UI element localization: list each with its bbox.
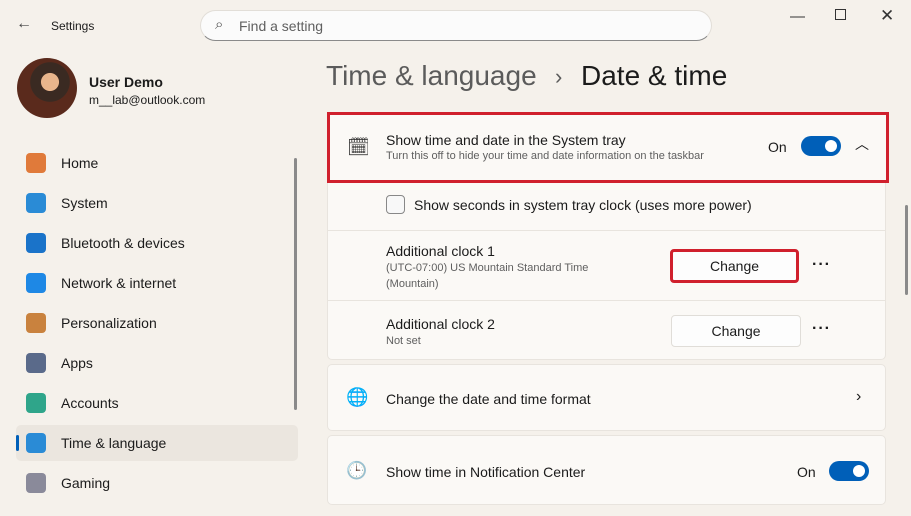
nav-icon [26, 193, 46, 213]
sidebar-item-accounts[interactable]: Accounts [16, 385, 298, 421]
sidebar-item-label: Network & internet [61, 275, 177, 291]
sidebar-item-label: System [61, 195, 108, 211]
clock1-desc-region: (Mountain) [386, 278, 439, 290]
minimize-icon[interactable]: — [790, 8, 805, 25]
nav-icon [26, 393, 46, 413]
tray-state: On [768, 139, 787, 155]
seconds-label: Show seconds in system tray clock (uses … [414, 197, 752, 213]
sidebar-item-label: Apps [61, 355, 93, 371]
sidebar-item-apps[interactable]: Apps [16, 345, 298, 381]
chevron-right-icon: › [856, 388, 862, 405]
nav-icon [26, 473, 46, 493]
search-input[interactable]: ⌕ Find a setting [200, 10, 712, 41]
sidebar-item-label: Accounts [61, 395, 119, 411]
maximize-icon[interactable] [835, 9, 846, 20]
user-email: m__lab@outlook.com [89, 93, 206, 107]
nav-icon [26, 313, 46, 333]
sidebar-item-label: Time & language [61, 435, 167, 451]
notif-title: Show time in Notification Center [386, 464, 586, 480]
avatar [17, 58, 77, 118]
sidebar-item-label: Gaming [61, 475, 111, 491]
tray-title: Show time and date in the System tray [386, 132, 626, 148]
sidebar-item-bluetooth-devices[interactable]: Bluetooth & devices [16, 225, 298, 261]
search-icon: ⌕ [215, 16, 224, 33]
tray-desc: Turn this off to hide your time and date… [386, 150, 704, 162]
sidebar-item-personalization[interactable]: Personalization [16, 305, 298, 341]
close-icon[interactable]: ✕ [880, 6, 894, 26]
globe-clock-icon: 🌐 [346, 387, 369, 407]
breadcrumb-parent[interactable]: Time & language [326, 60, 537, 92]
sidebar-item-network-internet[interactable]: Network & internet [16, 265, 298, 301]
sidebar-item-label: Personalization [61, 315, 157, 331]
clock1-title: Additional clock 1 [386, 243, 495, 259]
clock-icon: 🕒 [346, 461, 368, 480]
chevron-up-icon[interactable]: ︿ [855, 134, 869, 154]
sidebar-scrollbar[interactable] [294, 158, 297, 410]
sidebar-item-home[interactable]: Home [16, 145, 298, 181]
clock1-desc: (UTC-07:00) US Mountain Standard Time [386, 262, 589, 274]
sidebar-item-gaming[interactable]: Gaming [16, 465, 298, 501]
clock1-change-button[interactable]: Change [670, 249, 799, 283]
nav-icon [26, 233, 46, 253]
tray-toggle[interactable] [801, 136, 841, 156]
notif-toggle[interactable] [829, 461, 869, 481]
date-format-title: Change the date and time format [386, 391, 591, 407]
nav-icon [26, 153, 46, 173]
nav-icon [26, 433, 46, 453]
search-placeholder: Find a setting [239, 18, 324, 34]
notification-clock-card: 🕒 Show time in Notification Center On [327, 435, 886, 505]
user-name: User Demo [89, 74, 163, 90]
sidebar-item-system[interactable]: System [16, 185, 298, 221]
main-scrollbar[interactable] [905, 205, 908, 295]
clock2-title: Additional clock 2 [386, 316, 495, 332]
page-title: Date & time [581, 60, 728, 91]
clock2-desc: Not set [386, 335, 421, 347]
sidebar-item-label: Bluetooth & devices [61, 235, 185, 251]
sidebar-item-label: Home [61, 155, 99, 171]
clock1-more-icon[interactable]: ··· [812, 256, 831, 274]
nav-icon [26, 353, 46, 373]
breadcrumb-separator: › [555, 64, 563, 89]
notif-state: On [797, 464, 816, 480]
date-format-card[interactable]: 🌐 Change the date and time format › [327, 364, 886, 431]
sidebar-item-time-language[interactable]: Time & language [16, 425, 298, 461]
seconds-checkbox[interactable] [386, 195, 405, 214]
clock2-change-button[interactable]: Change [671, 315, 801, 347]
active-indicator [16, 435, 19, 451]
app-title: Settings [51, 19, 95, 33]
back-icon[interactable]: ← [16, 15, 32, 33]
nav-icon [26, 273, 46, 293]
calendar-clock-icon: 🗓 [347, 137, 370, 157]
tray-toggle-row[interactable]: 🗓 Show time and date in the System tray … [327, 112, 889, 183]
clock2-more-icon[interactable]: ··· [812, 320, 831, 338]
